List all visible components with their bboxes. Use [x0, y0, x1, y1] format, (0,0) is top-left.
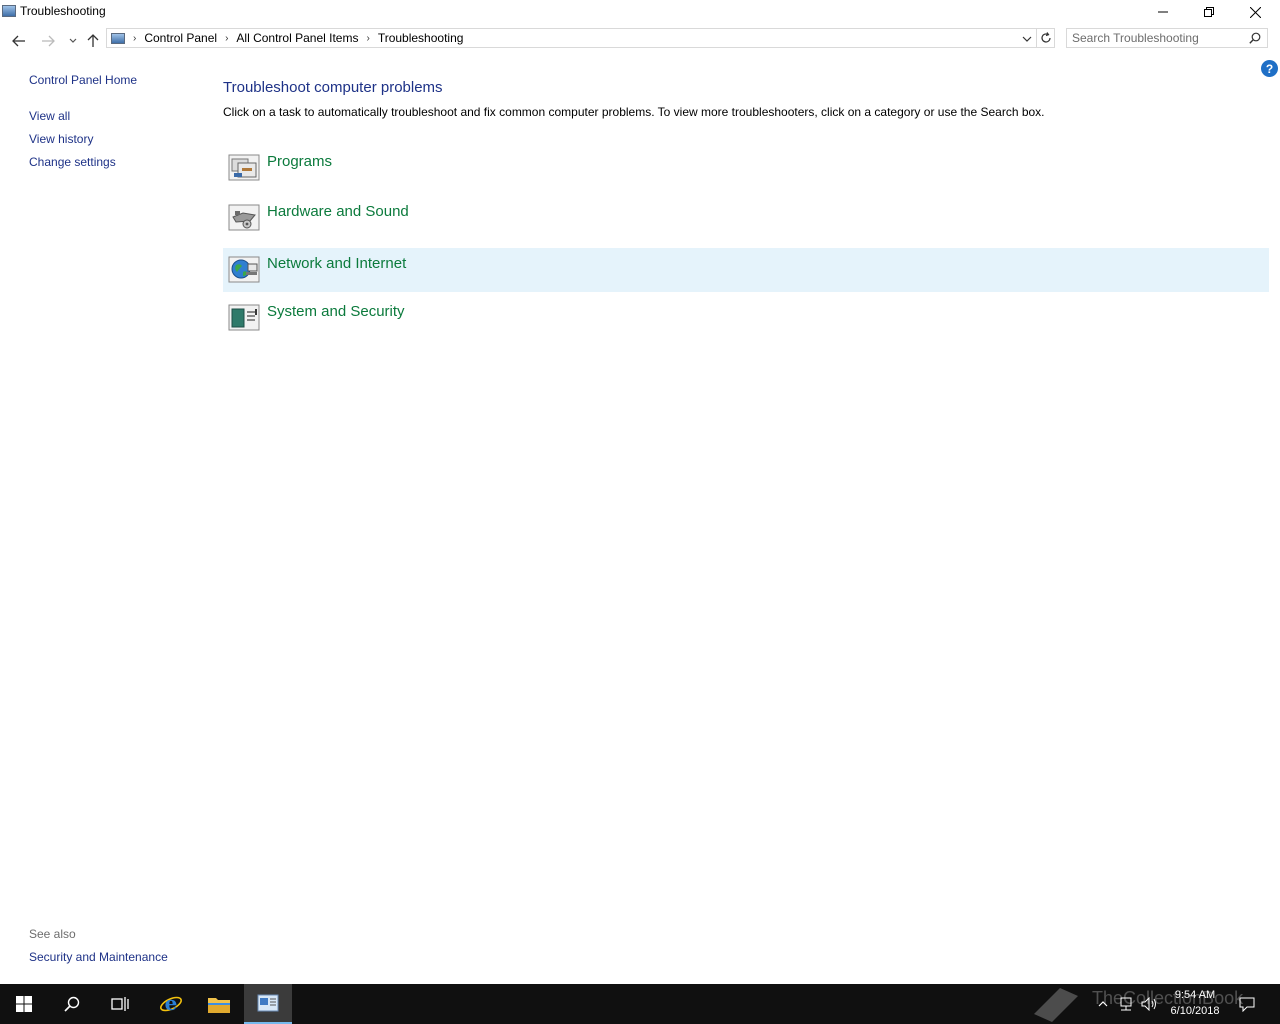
windows-logo-icon: [16, 996, 32, 1012]
page-description: Click on a task to automatically trouble…: [223, 105, 1045, 119]
control-panel-icon: [257, 994, 279, 1012]
control-panel-icon: [111, 32, 125, 44]
task-view-icon: [111, 997, 129, 1011]
category-label[interactable]: System and Security: [267, 303, 405, 320]
search-box[interactable]: [1066, 28, 1268, 48]
up-arrow-icon: [87, 34, 99, 47]
clock-time: 9:54 AM: [1174, 989, 1216, 1001]
show-hidden-icons-button[interactable]: [1094, 984, 1112, 1024]
refresh-button[interactable]: [1037, 28, 1055, 48]
search-taskbar-button[interactable]: [48, 984, 96, 1024]
close-button[interactable]: [1232, 0, 1278, 24]
title-bar: Troubleshooting: [0, 0, 1280, 24]
chevron-up-icon: [1098, 1001, 1108, 1007]
breadcrumb-control-panel[interactable]: Control Panel: [144, 31, 217, 45]
troubleshooting-app-icon: [2, 5, 16, 17]
category-label[interactable]: Network and Internet: [267, 255, 406, 272]
file-explorer-button[interactable]: [195, 984, 243, 1024]
internet-explorer-icon: e: [160, 992, 182, 1015]
taskbar: e TheCollectionBook 9:54 AM 6/10/2018: [0, 984, 1280, 1024]
speaker-icon: [1141, 997, 1156, 1011]
category-label[interactable]: Programs: [267, 153, 332, 170]
book-watermark-icon: [1034, 988, 1078, 1022]
up-button[interactable]: [82, 30, 104, 52]
chevron-down-icon: [1022, 36, 1032, 42]
change-settings-link[interactable]: Change settings: [29, 155, 116, 169]
page-title: Troubleshoot computer problems: [223, 79, 443, 96]
breadcrumb-troubleshooting[interactable]: Troubleshooting: [378, 31, 464, 45]
minimize-icon: [1158, 11, 1168, 13]
network-icon: [1120, 997, 1132, 1011]
category-hardware-and-sound[interactable]: Hardware and Sound: [223, 194, 1269, 238]
taskbar-clock[interactable]: 9:54 AM 6/10/2018: [1160, 987, 1230, 1019]
system-security-icon: [228, 304, 260, 331]
search-input[interactable]: [1072, 30, 1242, 46]
security-and-maintenance-link[interactable]: Security and Maintenance: [29, 950, 168, 964]
help-icon[interactable]: ?: [1261, 60, 1278, 77]
close-icon: [1249, 6, 1261, 18]
minimize-button[interactable]: [1140, 0, 1186, 24]
breadcrumb-separator: ›: [133, 32, 137, 44]
back-arrow-icon: [12, 35, 25, 47]
network-status-button[interactable]: [1116, 984, 1136, 1024]
restore-icon: [1204, 7, 1214, 17]
hardware-sound-icon: [228, 204, 260, 231]
breadcrumb-separator: ›: [225, 32, 229, 44]
svg-text:e: e: [165, 992, 178, 1015]
window-title: Troubleshooting: [20, 4, 106, 18]
address-dropdown-button[interactable]: [1020, 32, 1034, 46]
internet-explorer-button[interactable]: e: [147, 984, 195, 1024]
refresh-icon: [1040, 32, 1051, 43]
breadcrumb-all-items[interactable]: All Control Panel Items: [236, 31, 358, 45]
notification-icon: [1239, 997, 1255, 1012]
view-history-link[interactable]: View history: [29, 132, 93, 146]
folder-icon: [208, 998, 230, 1013]
category-label[interactable]: Hardware and Sound: [267, 203, 409, 220]
category-programs[interactable]: Programs: [223, 144, 1269, 188]
search-icon[interactable]: [1249, 32, 1261, 44]
chevron-down-icon: [69, 38, 77, 43]
clock-date: 6/10/2018: [1170, 1005, 1220, 1017]
control-panel-home-link[interactable]: Control Panel Home: [29, 73, 137, 87]
forward-arrow-icon: [42, 35, 55, 47]
navigation-row: › Control Panel › All Control Panel Item…: [0, 26, 1280, 54]
network-internet-icon: [228, 256, 260, 283]
breadcrumb-separator: ›: [366, 32, 370, 44]
volume-button[interactable]: [1139, 984, 1161, 1024]
action-center-button[interactable]: [1236, 984, 1258, 1024]
back-button[interactable]: [8, 30, 30, 52]
control-panel-taskbar-button[interactable]: [244, 984, 292, 1024]
view-all-link[interactable]: View all: [29, 109, 70, 123]
see-also-label: See also: [29, 927, 76, 941]
address-bar[interactable]: › Control Panel › All Control Panel Item…: [106, 28, 1037, 48]
task-view-button[interactable]: [96, 984, 144, 1024]
programs-icon: [228, 154, 260, 181]
search-icon: [64, 996, 80, 1012]
recent-locations-button[interactable]: [62, 30, 84, 52]
forward-button[interactable]: [37, 30, 59, 52]
category-network-and-internet[interactable]: Network and Internet: [223, 248, 1269, 292]
start-button[interactable]: [0, 984, 48, 1024]
restore-button[interactable]: [1186, 0, 1232, 24]
category-system-and-security[interactable]: System and Security: [223, 294, 1269, 338]
